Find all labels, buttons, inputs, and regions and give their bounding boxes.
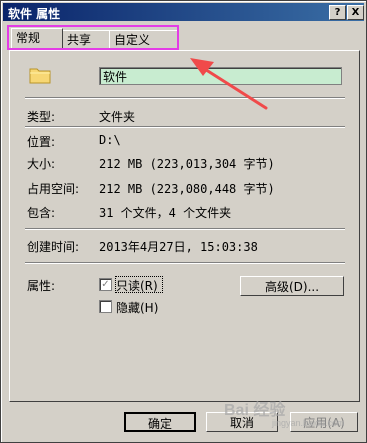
disk-size-label: 占用空间: bbox=[27, 182, 80, 196]
hidden-label[interactable]: 隐藏(H) bbox=[116, 299, 158, 316]
attributes-label: 属性: bbox=[27, 279, 56, 293]
type-value: 文件夹 bbox=[99, 110, 136, 124]
folder-name-field[interactable]: 软件 bbox=[99, 67, 342, 85]
watermark-sub: jingyan.baidu.com bbox=[272, 418, 345, 428]
title-bar: 软件 属性 ? X bbox=[3, 3, 364, 21]
readonly-label[interactable]: 只读(R) bbox=[116, 277, 158, 294]
divider bbox=[25, 126, 345, 128]
created-label: 创建时间: bbox=[27, 240, 80, 254]
ok-button[interactable]: 确定 bbox=[124, 412, 196, 432]
disk-size-value: 212 MB (223,080,448 字节) bbox=[99, 182, 275, 196]
help-button[interactable]: ? bbox=[329, 5, 346, 20]
general-panel bbox=[9, 50, 360, 402]
contains-value: 31 个文件，4 个文件夹 bbox=[99, 206, 232, 220]
hidden-checkbox[interactable] bbox=[99, 300, 112, 313]
folder-icon bbox=[29, 68, 51, 84]
window-title: 软件 属性 bbox=[8, 7, 61, 21]
readonly-checkbox[interactable]: ✓ bbox=[99, 278, 112, 291]
close-button[interactable]: X bbox=[347, 5, 364, 20]
location-value: D:\ bbox=[99, 133, 121, 147]
watermark: Bai 经验 bbox=[224, 402, 286, 419]
advanced-button[interactable]: 高级(D)... bbox=[240, 276, 344, 296]
type-label: 类型: bbox=[27, 110, 56, 124]
divider bbox=[25, 262, 345, 264]
created-value: 2013年4月27日, 15:03:38 bbox=[99, 240, 258, 254]
location-label: 位置: bbox=[27, 135, 56, 149]
contains-label: 包含: bbox=[27, 206, 56, 220]
tab-highlight-annotation bbox=[7, 25, 179, 50]
size-value: 212 MB (223,013,304 字节) bbox=[99, 157, 275, 171]
size-label: 大小: bbox=[27, 157, 56, 171]
divider bbox=[25, 97, 345, 99]
divider bbox=[25, 228, 345, 230]
